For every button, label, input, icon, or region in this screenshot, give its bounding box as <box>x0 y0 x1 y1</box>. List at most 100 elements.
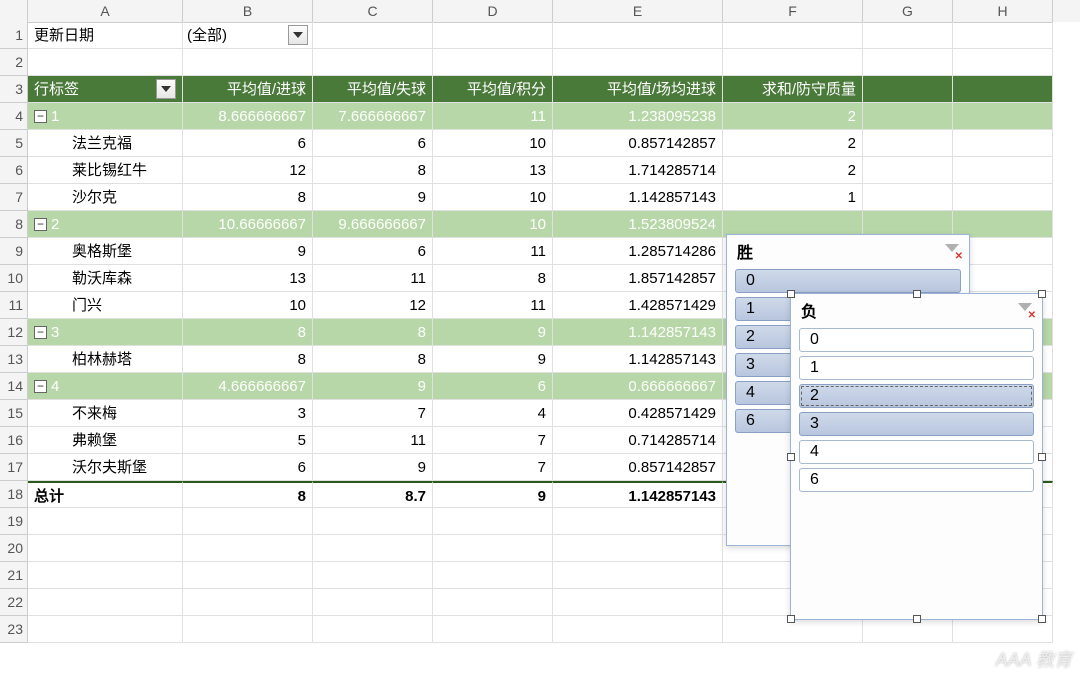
value-cell[interactable]: 2 <box>723 130 863 157</box>
measure-header[interactable]: 求和/防守质量 <box>723 76 863 103</box>
cell[interactable] <box>553 49 723 76</box>
cell[interactable] <box>723 49 863 76</box>
row-header[interactable]: 15 <box>0 400 28 427</box>
row-header[interactable]: 19 <box>0 508 28 535</box>
value-cell[interactable]: 12 <box>183 157 313 184</box>
value-cell[interactable]: 2 <box>723 157 863 184</box>
value-cell[interactable]: 8 <box>313 346 433 373</box>
measure-header[interactable]: 平均值/场均进球 <box>553 76 723 103</box>
row-header[interactable]: 16 <box>0 427 28 454</box>
value-cell[interactable]: 9 <box>313 184 433 211</box>
value-cell[interactable]: 8 <box>183 346 313 373</box>
row-header[interactable]: 23 <box>0 616 28 643</box>
value-cell[interactable]: 11 <box>433 292 553 319</box>
value-cell[interactable]: 13 <box>433 157 553 184</box>
group-label[interactable]: −3 <box>28 319 183 346</box>
value-cell[interactable]: 9 <box>313 454 433 481</box>
filter-value-cell[interactable]: (全部) <box>183 22 313 49</box>
row-header[interactable]: 17 <box>0 454 28 481</box>
grand-total-value[interactable]: 8.7 <box>313 481 433 508</box>
cell[interactable] <box>953 49 1053 76</box>
row-header[interactable]: 2 <box>0 49 28 76</box>
cell[interactable] <box>953 103 1053 130</box>
row-labels-dropdown-button[interactable] <box>156 79 176 99</box>
value-cell[interactable]: 8 <box>183 184 313 211</box>
cell[interactable] <box>953 157 1053 184</box>
clear-filter-icon[interactable] <box>943 242 961 260</box>
value-cell[interactable]: 12 <box>313 292 433 319</box>
row-label[interactable]: 沙尔克 <box>28 184 183 211</box>
measure-header[interactable]: 平均值/失球 <box>313 76 433 103</box>
value-cell[interactable]: 8.666666667 <box>183 103 313 130</box>
col-F[interactable]: F <box>723 0 863 23</box>
cell[interactable] <box>433 508 553 535</box>
row-label[interactable]: 不来梅 <box>28 400 183 427</box>
cell[interactable] <box>863 76 953 103</box>
row-labels-header[interactable]: 行标签 <box>28 76 183 103</box>
value-cell[interactable]: 13 <box>183 265 313 292</box>
row-label[interactable]: 弗赖堡 <box>28 427 183 454</box>
collapse-toggle[interactable]: − <box>34 218 47 231</box>
row-header[interactable]: 4 <box>0 103 28 130</box>
filter-field-label[interactable]: 更新日期 <box>28 22 183 49</box>
value-cell[interactable]: 0.666666667 <box>553 373 723 400</box>
value-cell[interactable]: 1.238095238 <box>553 103 723 130</box>
cell[interactable] <box>863 103 953 130</box>
row-header[interactable]: 11 <box>0 292 28 319</box>
cell[interactable] <box>433 22 553 49</box>
value-cell[interactable]: 1.142857143 <box>553 346 723 373</box>
value-cell[interactable]: 1.285714286 <box>553 238 723 265</box>
slicer-item[interactable]: 6 <box>799 468 1034 492</box>
cell[interactable] <box>553 562 723 589</box>
col-B[interactable]: B <box>183 0 313 23</box>
cell[interactable] <box>953 22 1053 49</box>
slicer-fu[interactable]: 负 012346 <box>790 293 1043 620</box>
cell[interactable] <box>723 22 863 49</box>
cell[interactable] <box>553 508 723 535</box>
row-header[interactable]: 21 <box>0 562 28 589</box>
row-header[interactable]: 13 <box>0 346 28 373</box>
row-header[interactable]: 14 <box>0 373 28 400</box>
value-cell[interactable]: 9 <box>183 238 313 265</box>
cell[interactable] <box>28 562 183 589</box>
value-cell[interactable]: 0.714285714 <box>553 427 723 454</box>
cell[interactable] <box>433 535 553 562</box>
row-label[interactable]: 沃尔夫斯堡 <box>28 454 183 481</box>
cell[interactable] <box>313 508 433 535</box>
value-cell[interactable]: 9 <box>433 319 553 346</box>
cell[interactable] <box>313 535 433 562</box>
cell[interactable] <box>553 616 723 643</box>
slicer-item[interactable]: 1 <box>799 356 1034 380</box>
value-cell[interactable]: 1.714285714 <box>553 157 723 184</box>
row-header[interactable]: 7 <box>0 184 28 211</box>
filter-dropdown-button[interactable] <box>288 25 308 45</box>
value-cell[interactable]: 6 <box>313 130 433 157</box>
value-cell[interactable]: 7.666666667 <box>313 103 433 130</box>
row-header[interactable]: 12 <box>0 319 28 346</box>
value-cell[interactable]: 1.857142857 <box>553 265 723 292</box>
collapse-toggle[interactable]: − <box>34 380 47 393</box>
slicer-item[interactable]: 0 <box>735 269 961 293</box>
row-label[interactable]: 莱比锡红牛 <box>28 157 183 184</box>
cell[interactable] <box>183 589 313 616</box>
cell[interactable] <box>313 22 433 49</box>
cell[interactable] <box>28 589 183 616</box>
value-cell[interactable]: 7 <box>313 400 433 427</box>
cell[interactable] <box>863 130 953 157</box>
row-label[interactable]: 勒沃库森 <box>28 265 183 292</box>
row-header[interactable]: 3 <box>0 76 28 103</box>
value-cell[interactable]: 5 <box>183 427 313 454</box>
value-cell[interactable]: 10 <box>433 130 553 157</box>
cell[interactable] <box>28 616 183 643</box>
cell[interactable] <box>433 589 553 616</box>
row-header[interactable]: 22 <box>0 589 28 616</box>
value-cell[interactable]: 7 <box>433 427 553 454</box>
value-cell[interactable]: 4.666666667 <box>183 373 313 400</box>
value-cell[interactable]: 1.142857143 <box>553 319 723 346</box>
cell[interactable] <box>313 589 433 616</box>
cell[interactable] <box>553 589 723 616</box>
value-cell[interactable]: 1.142857143 <box>553 184 723 211</box>
cell[interactable] <box>863 22 953 49</box>
collapse-toggle[interactable]: − <box>34 110 47 123</box>
value-cell[interactable]: 11 <box>313 265 433 292</box>
